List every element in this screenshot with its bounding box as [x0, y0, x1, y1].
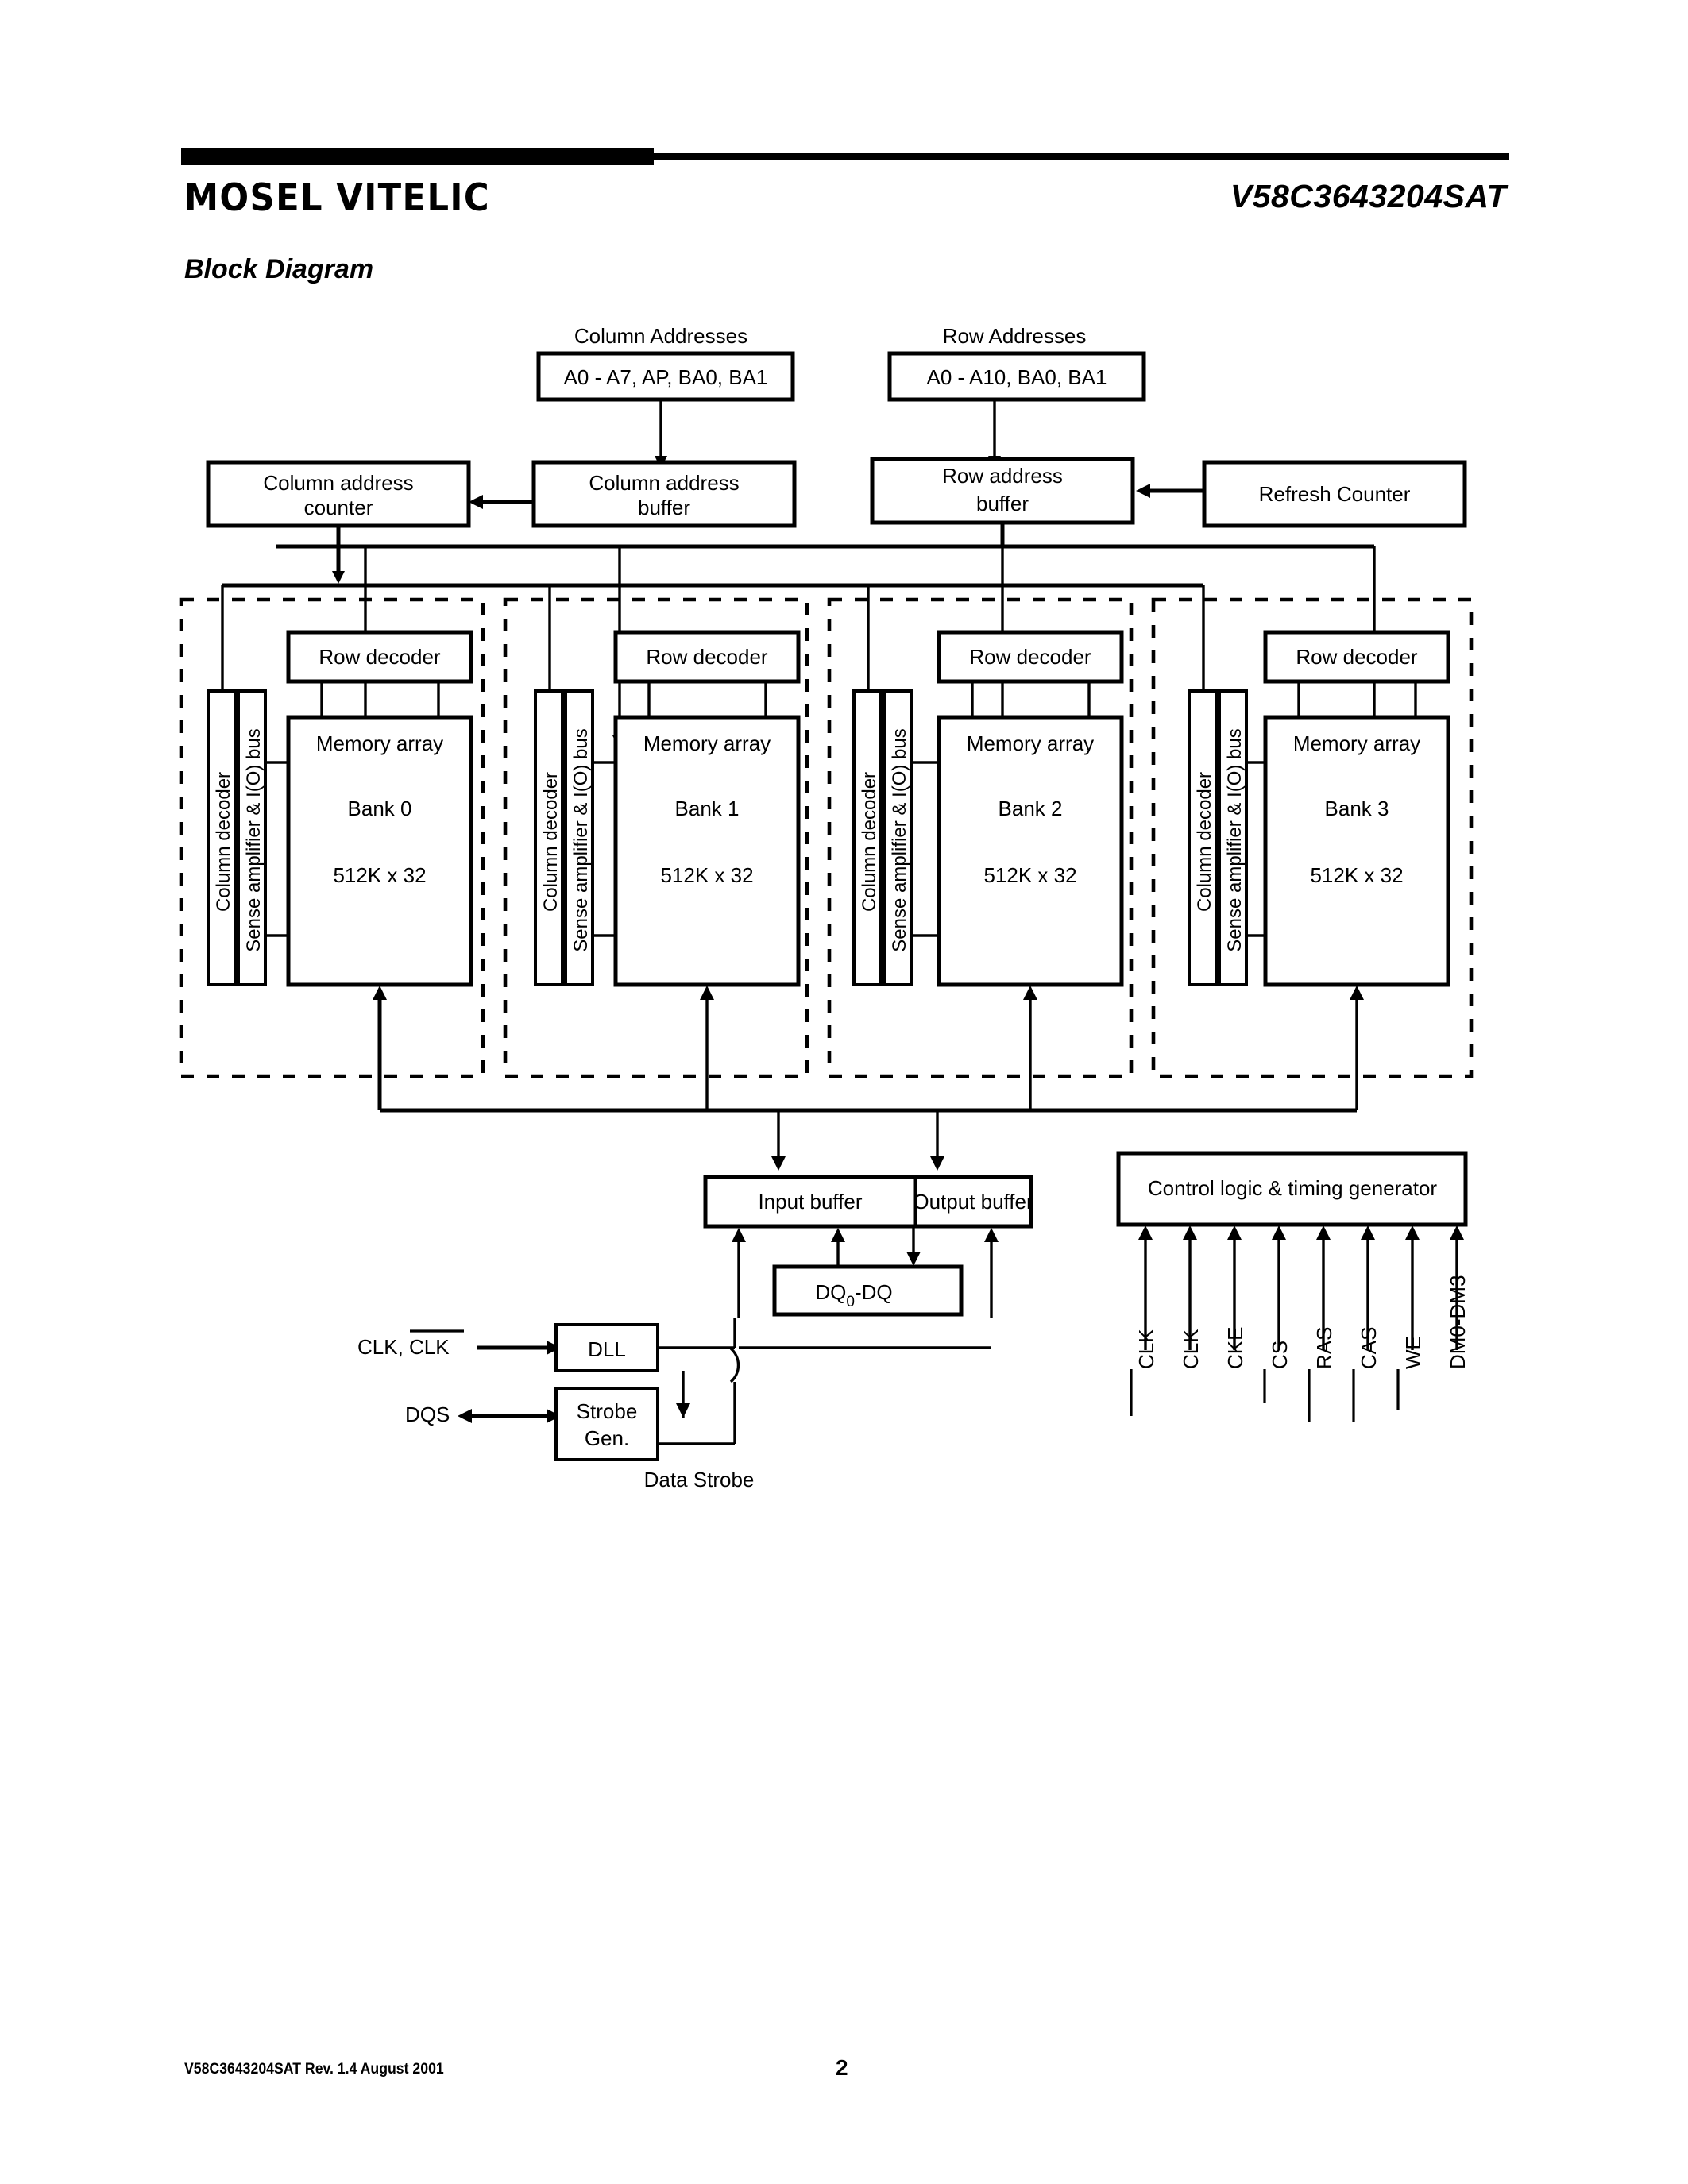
bank-0-sense-amp-label: Sense amplifier & I(O) bus: [243, 728, 265, 951]
strobe-gen-line2: Gen.: [585, 1426, 629, 1450]
control-signal-cke: CKE: [1223, 1327, 1247, 1369]
clk-input-plain: CLK,: [357, 1335, 409, 1359]
bank-2-column-decoder-label: Column decoder: [859, 772, 880, 912]
input-buffer-label: Input buffer: [758, 1190, 862, 1214]
control-signal-labels: CLK CLK CKE CS RAS CAS WE DM0-DM3: [1130, 1275, 1470, 1422]
data-strobe-routing: Data Strobe: [644, 1318, 991, 1491]
bank-0-array-title: Memory array: [316, 731, 443, 755]
bank-1-column-decoder-label: Column decoder: [540, 772, 562, 912]
dq-prefix: DQ: [815, 1280, 846, 1304]
control-signal-label-7: DM0-DM3: [1446, 1275, 1470, 1369]
bank-3-array-title: Memory array: [1293, 731, 1420, 755]
column-addresses-caption: Column Addresses: [574, 324, 747, 348]
control-signal-label-6: WE: [1401, 1336, 1425, 1369]
refresh-counter-block: Refresh Counter: [1202, 460, 1467, 528]
dll-group: DLL: [554, 1323, 659, 1372]
row-address-buffer-line2: buffer: [976, 492, 1029, 515]
bank-3-sense-amp-label: Sense amplifier & I(O) bus: [1224, 728, 1246, 951]
control-signal-cs: CS: [1263, 1341, 1292, 1403]
control-logic-label: Control logic & timing generator: [1148, 1176, 1438, 1200]
bank-data-bus: [373, 986, 1364, 1171]
column-address-counter-block: Column address counter: [206, 460, 471, 528]
buffer-to-counter-arrow: [469, 495, 534, 509]
output-buffer-label: Output buffer: [913, 1190, 1033, 1214]
control-logic-group: Control logic & timing generator: [1116, 1151, 1468, 1227]
column-addresses-value: A0 - A7, AP, BA0, BA1: [564, 365, 768, 389]
control-signal-cas: CAS: [1352, 1327, 1381, 1422]
bank-1-array-title: Memory array: [643, 731, 771, 755]
row-address-buffer-block: Row address buffer: [870, 457, 1135, 525]
bank-0-array-size: 512K x 32: [333, 863, 426, 887]
bank-2-sense-amp-label: Sense amplifier & I(O) bus: [889, 728, 910, 951]
bank-0-array-box: [286, 715, 473, 987]
clk-input-group: CLK, CLK: [357, 1329, 561, 1359]
data-strobe-label: Data Strobe: [644, 1468, 755, 1491]
column-address-counter-line2: counter: [304, 496, 373, 519]
control-signal-label-0: CLK: [1134, 1329, 1158, 1369]
block-diagram: Column Addresses A0 - A7, AP, BA0, BA1 R…: [179, 324, 1474, 1491]
row-addresses-value: A0 - A10, BA0, BA1: [927, 365, 1107, 389]
control-signal-label-2: CKE: [1223, 1327, 1247, 1369]
dqs-label: DQS: [405, 1403, 450, 1426]
dq-suffix: -DQ: [855, 1280, 893, 1304]
bank-1-sense-amp-label: Sense amplifier & I(O) bus: [570, 728, 592, 951]
column-address-bus: [222, 526, 1203, 588]
bank-0-name: Bank 0: [348, 797, 412, 820]
refresh-counter-label: Refresh Counter: [1259, 482, 1411, 506]
control-signal-label-5: CAS: [1357, 1327, 1381, 1369]
bank-1-array-size: 512K x 32: [660, 863, 753, 887]
column-address-counter-line1: Column address: [263, 471, 413, 495]
io-buffer-group: Input buffer Output buffer: [703, 1175, 1033, 1229]
control-signal-we: WE: [1396, 1336, 1425, 1410]
strobe-gen-group: Strobe Gen.: [554, 1387, 659, 1461]
bank-1-name: Bank 1: [675, 797, 740, 820]
dq-group: DQ0-DQ: [732, 1226, 999, 1318]
dq-subscript: 0: [846, 1294, 855, 1310]
column-address-buffer-block: Column address buffer: [531, 460, 797, 528]
bank-2-group: Row decoder Column decoder Sense amplifi…: [852, 630, 1124, 987]
row-address-buffer-line1: Row address: [942, 464, 1063, 488]
column-addresses-group: Column Addresses A0 - A7, AP, BA0, BA1: [536, 324, 795, 402]
bank-1-group: Row decoder Column decoder Sense amplifi…: [534, 630, 801, 987]
datasheet-page: MOSEL VITELIC V58C3643204SAT Block Diagr…: [0, 0, 1688, 2184]
row-addresses-caption: Row Addresses: [943, 324, 1087, 348]
bank-3-array-size: 512K x 32: [1310, 863, 1403, 887]
dll-label: DLL: [588, 1337, 626, 1361]
bank-3-name: Bank 3: [1325, 797, 1389, 820]
bank-3-group: Row decoder Column decoder Sense amplifi…: [1188, 630, 1450, 987]
bank-3-array-box: [1263, 715, 1450, 987]
clk-input-label: CLK, CLK: [357, 1335, 450, 1359]
strobe-gen-line1: Strobe: [577, 1399, 638, 1423]
bank-0-row-decoder-label: Row decoder: [319, 645, 441, 669]
control-signal-ras: RAS: [1308, 1327, 1336, 1422]
bank-0-column-decoder-label: Column decoder: [213, 772, 234, 912]
bank-2-array-box: [937, 715, 1124, 987]
bank-2-row-decoder-label: Row decoder: [969, 645, 1091, 669]
bank-2-name: Bank 2: [999, 797, 1063, 820]
footer-doc-line: V58C3643204SAT Rev. 1.4 August 2001: [184, 2061, 444, 2078]
control-signal-dm: DM0-DM3: [1446, 1275, 1470, 1369]
clk-input-bar: CLK: [409, 1335, 450, 1359]
control-signal-label-3: CS: [1268, 1341, 1292, 1369]
column-address-buffer-line1: Column address: [589, 471, 739, 495]
row-addresses-group: Row Addresses A0 - A10, BA0, BA1: [887, 324, 1146, 402]
bank-0-group: Row decoder Column decoder Sense amplifi…: [207, 630, 473, 987]
bank-3-column-decoder-label: Column decoder: [1194, 772, 1215, 912]
bank-1-array-box: [613, 715, 801, 987]
footer-page-number: 2: [836, 2055, 848, 2080]
bank-3-row-decoder-label: Row decoder: [1296, 645, 1418, 669]
dqs-group: DQS: [405, 1403, 561, 1426]
column-address-buffer-line2: buffer: [638, 496, 690, 519]
control-signal-clk: CLK: [1179, 1329, 1203, 1369]
control-signal-label-1: CLK: [1179, 1329, 1203, 1369]
refresh-to-rowbuffer-arrow: [1136, 484, 1204, 498]
bank-1-row-decoder-label: Row decoder: [646, 645, 768, 669]
bank-2-array-title: Memory array: [967, 731, 1094, 755]
control-signal-label-4: RAS: [1312, 1327, 1336, 1369]
bank-2-array-size: 512K x 32: [983, 863, 1076, 887]
control-signal-clk-bar: CLK: [1130, 1329, 1158, 1416]
